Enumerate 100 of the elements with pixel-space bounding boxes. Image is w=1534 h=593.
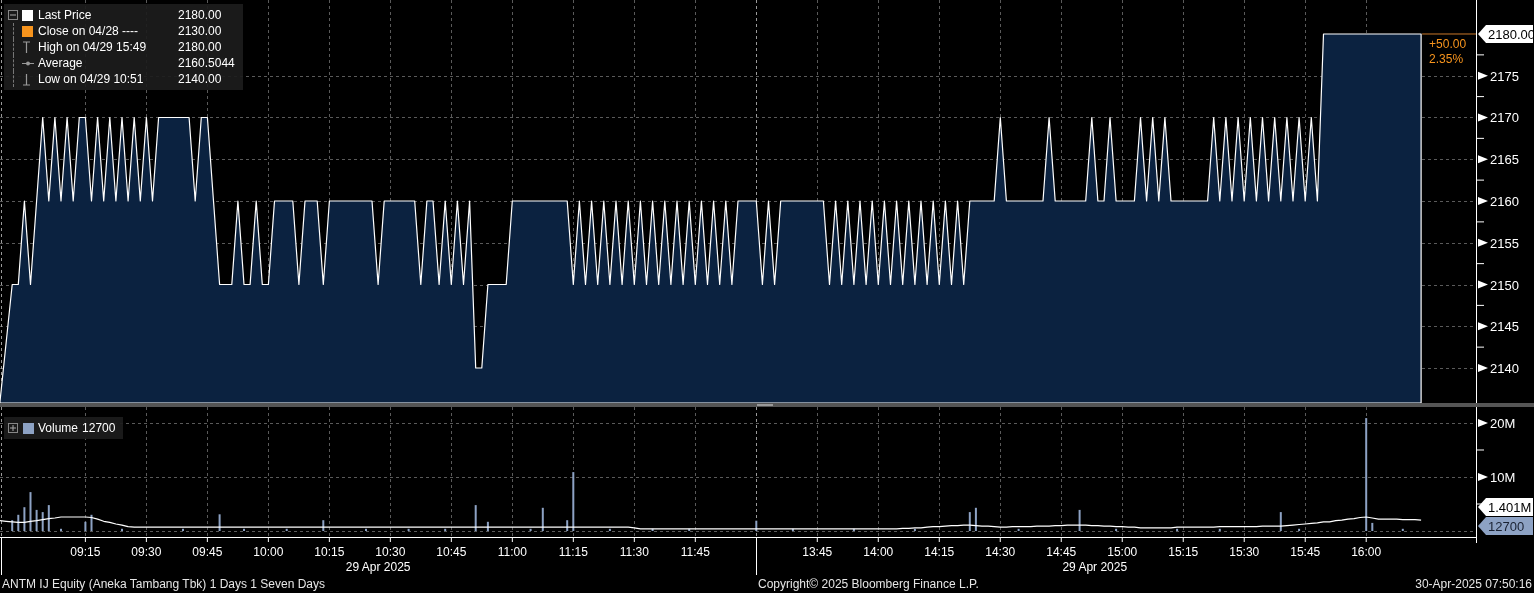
y-tick-label: 10M [1490, 470, 1516, 485]
price-change-percent: 2.35% [1429, 52, 1464, 66]
legend-label: Low on 04/29 10:51 [38, 72, 145, 86]
volume-bar [29, 492, 32, 531]
volume-bar [651, 528, 654, 531]
volume-bar [529, 528, 532, 531]
volume-bar [1078, 509, 1081, 531]
axis-label: 2155 [1478, 235, 1519, 251]
time-label: 11:30 [619, 545, 649, 559]
volume-bar [444, 528, 447, 531]
legend-value: 2180.00 [178, 40, 223, 54]
legend-value: 2160.5044 [178, 56, 235, 70]
y-tick-label: 2150 [1490, 277, 1519, 293]
expand-icon[interactable] [8, 422, 19, 434]
volume-bar [1298, 528, 1301, 531]
y-tick-label: 2170 [1490, 110, 1519, 126]
high-marker-icon [22, 40, 31, 54]
last-volume-flag: 12700 [1478, 517, 1533, 535]
y-tick-label: 2160 [1490, 194, 1519, 209]
time-label: 13:45 [802, 545, 833, 559]
time-label: 14:15 [924, 545, 955, 559]
volume-bar [84, 521, 87, 531]
time-label: 15:45 [1290, 545, 1321, 559]
axis-label: 2145 [1478, 319, 1519, 335]
legend-value: 12700 [82, 421, 116, 435]
axis-label: 2165 [1478, 152, 1519, 168]
volume-bar [755, 520, 758, 531]
legend-value: 2180.00 [178, 8, 223, 22]
volume-bar [1371, 522, 1374, 531]
volume-bar [688, 528, 691, 531]
time-label: 14:00 [863, 545, 894, 559]
volume-bar [608, 528, 611, 531]
y-tick-label: 2155 [1490, 235, 1519, 251]
volume-bar [968, 512, 971, 531]
axis-label: 2175 [1478, 68, 1519, 84]
volume-bar [407, 528, 410, 531]
price-change: +50.00 [1429, 37, 1467, 51]
collapse-icon[interactable] [8, 9, 19, 21]
timestamp: 30-Apr-2025 07:50:16 [1415, 577, 1532, 591]
legend-label: High on 04/29 15:49 [38, 40, 148, 54]
time-label: 15:00 [1107, 545, 1138, 559]
volume-bar [474, 505, 477, 531]
volume-bar [791, 528, 794, 531]
y-tick-label: 2175 [1490, 68, 1519, 84]
time-label: 14:45 [1046, 545, 1077, 559]
volume-bar [17, 514, 20, 531]
leader-line [1421, 33, 1477, 35]
volume-bar [11, 520, 14, 531]
time-label: 15:15 [1168, 545, 1199, 559]
time-label: 10:45 [436, 545, 467, 559]
volume-bar [1401, 528, 1404, 531]
resize-handle[interactable] [757, 404, 773, 406]
volume-bar [541, 507, 544, 531]
time-label: 09:30 [131, 545, 162, 559]
time-label: 15:30 [1229, 545, 1260, 559]
volume-bar [1218, 528, 1221, 531]
volume-bar [41, 512, 44, 531]
volume-bar [90, 514, 93, 531]
y-tick-label: 2165 [1490, 152, 1519, 168]
time-label: 16:00 [1351, 545, 1382, 559]
average-volume-flag: 1.401M [1478, 498, 1533, 516]
axis-label: 2160 [1478, 194, 1519, 209]
average-marker-icon [22, 59, 34, 67]
volume-bar [1115, 528, 1118, 531]
volume-bar [852, 528, 855, 531]
axis-label: 2140 [1478, 361, 1519, 376]
volume-bar [974, 507, 977, 531]
volume-bar [486, 521, 489, 531]
legend-value: 2140.00 [178, 72, 223, 86]
time-label: 09:15 [70, 545, 101, 559]
time-label: 11:15 [558, 545, 588, 559]
legend-label: Average [38, 56, 84, 70]
axis-label: 2150 [1478, 277, 1519, 293]
volume-bar [566, 520, 569, 531]
y-tick-label: 2140 [1490, 361, 1519, 377]
legend-value: 2130.00 [178, 24, 223, 38]
volume-bar [47, 505, 50, 531]
legend-label: Volume [38, 421, 79, 435]
volume-bar [1279, 512, 1282, 531]
volume-bar [1017, 528, 1020, 531]
time-label: 11:45 [680, 545, 710, 559]
volume-bar [322, 520, 325, 531]
legend-label: Close on 04/28 ---- [38, 24, 140, 38]
volume-bar [285, 528, 288, 531]
volume-bar [572, 472, 575, 531]
time-label: 14:30 [985, 545, 1016, 559]
low-marker-icon [22, 72, 31, 86]
time-label: 10:30 [375, 545, 406, 559]
y-tick-label: 2145 [1490, 319, 1519, 335]
date-label: 29 Apr 2025 [345, 560, 411, 574]
volume-bar [23, 507, 26, 531]
time-label: 11:00 [497, 545, 527, 559]
time-label: 09:45 [192, 545, 223, 559]
volume-bar [35, 509, 38, 531]
copyright-text: Copyright© 2025 Bloomberg Finance L.P. [758, 577, 980, 591]
legend-label: Last Price [38, 8, 93, 22]
axis-label: 20M [1478, 416, 1516, 431]
time-label: 10:15 [314, 545, 345, 559]
volume-bar [1176, 528, 1179, 531]
date-label: 29 Apr 2025 [1062, 560, 1128, 574]
